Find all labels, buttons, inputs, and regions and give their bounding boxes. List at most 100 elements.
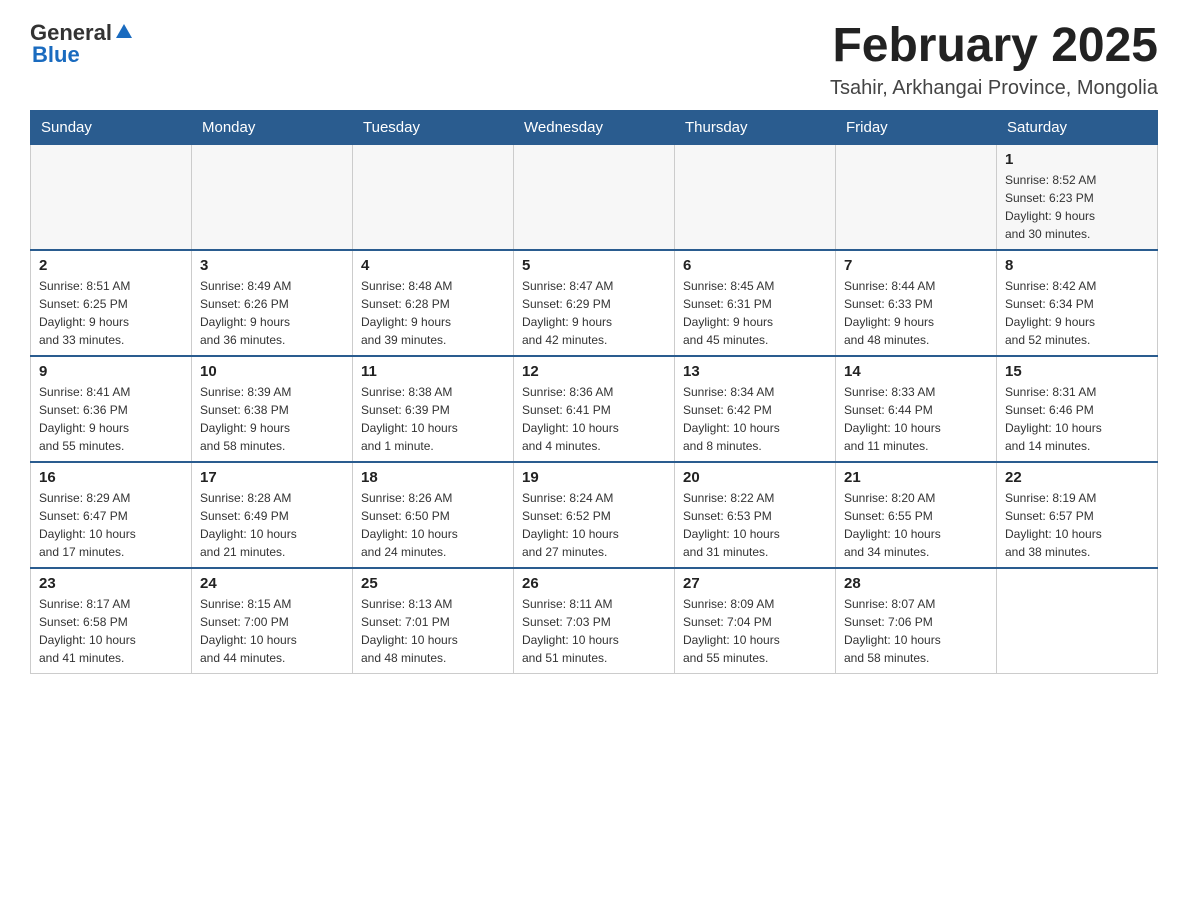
page-header: General Blue February 2025 Tsahir, Arkha… xyxy=(30,20,1158,100)
calendar-cell: 10 Sunrise: 8:39 AMSunset: 6:38 PMDayligh… xyxy=(192,356,353,462)
calendar-cell: 5Sunrise: 8:47 AMSunset: 6:29 PMDaylight… xyxy=(514,250,675,356)
day-number: 22 xyxy=(1005,469,1149,486)
day-info: Sunrise: 8:13 AMSunset: 7:01 PMDaylight:… xyxy=(361,595,505,667)
subtitle: Tsahir, Arkhangai Province, Mongolia xyxy=(830,77,1158,100)
day-number: 23 xyxy=(39,575,183,592)
day-info: Sunrise: 8:11 AMSunset: 7:03 PMDaylight:… xyxy=(522,595,666,667)
day-number: 6 xyxy=(683,257,827,274)
calendar-cell: 3Sunrise: 8:49 AMSunset: 6:26 PMDaylight… xyxy=(192,250,353,356)
calendar-cell: 21 Sunrise: 8:20 AMSunset: 6:55 PMDayligh… xyxy=(836,462,997,568)
title-section: February 2025 Tsahir, Arkhangai Province… xyxy=(830,20,1158,100)
day-number: 28 xyxy=(844,575,988,592)
calendar-cell: 26 Sunrise: 8:11 AMSunset: 7:03 PMDayligh… xyxy=(514,568,675,674)
day-info: Sunrise: 8:42 AMSunset: 6:34 PMDaylight:… xyxy=(1005,277,1149,349)
day-info: Sunrise: 8:17 AMSunset: 6:58 PMDaylight:… xyxy=(39,595,183,667)
calendar-cell xyxy=(997,568,1158,674)
calendar-cell: 14Sunrise: 8:33 AMSunset: 6:44 PMDayligh… xyxy=(836,356,997,462)
day-number: 13 xyxy=(683,363,827,380)
day-info: Sunrise: 8:45 AMSunset: 6:31 PMDaylight:… xyxy=(683,277,827,349)
day-info: Sunrise: 8:24 AMSunset: 6:52 PMDaylight:… xyxy=(522,489,666,561)
day-info: Sunrise: 8:52 AMSunset: 6:23 PMDaylight:… xyxy=(1005,171,1149,243)
calendar-cell: 16 Sunrise: 8:29 AMSunset: 6:47 PMDayligh… xyxy=(31,462,192,568)
calendar: SundayMondayTuesdayWednesdayThursdayFrid… xyxy=(30,110,1158,674)
day-info: Sunrise: 8:39 AMSunset: 6:38 PMDaylight:… xyxy=(200,383,344,455)
calendar-cell: 7 Sunrise: 8:44 AMSunset: 6:33 PMDaylight… xyxy=(836,250,997,356)
day-number: 4 xyxy=(361,257,505,274)
calendar-cell: 22 Sunrise: 8:19 AMSunset: 6:57 PMDayligh… xyxy=(997,462,1158,568)
day-info: Sunrise: 8:34 AMSunset: 6:42 PMDaylight:… xyxy=(683,383,827,455)
day-info: Sunrise: 8:33 AMSunset: 6:44 PMDaylight:… xyxy=(844,383,988,455)
day-number: 24 xyxy=(200,575,344,592)
day-info: Sunrise: 8:38 AMSunset: 6:39 PMDaylight:… xyxy=(361,383,505,455)
day-info: Sunrise: 8:20 AMSunset: 6:55 PMDaylight:… xyxy=(844,489,988,561)
calendar-cell: 15 Sunrise: 8:31 AMSunset: 6:46 PMDayligh… xyxy=(997,356,1158,462)
calendar-cell xyxy=(31,144,192,250)
logo-blue: Blue xyxy=(32,42,80,68)
day-number: 8 xyxy=(1005,257,1149,274)
day-info: Sunrise: 8:44 AMSunset: 6:33 PMDaylight:… xyxy=(844,277,988,349)
calendar-header-row: SundayMondayTuesdayWednesdayThursdayFrid… xyxy=(31,110,1158,144)
calendar-cell: 12Sunrise: 8:36 AMSunset: 6:41 PMDayligh… xyxy=(514,356,675,462)
day-info: Sunrise: 8:07 AMSunset: 7:06 PMDaylight:… xyxy=(844,595,988,667)
calendar-cell xyxy=(675,144,836,250)
day-number: 25 xyxy=(361,575,505,592)
day-info: Sunrise: 8:09 AMSunset: 7:04 PMDaylight:… xyxy=(683,595,827,667)
calendar-week-row: 23 Sunrise: 8:17 AMSunset: 6:58 PMDayligh… xyxy=(31,568,1158,674)
day-number: 21 xyxy=(844,469,988,486)
day-number: 3 xyxy=(200,257,344,274)
calendar-week-row: 1 Sunrise: 8:52 AMSunset: 6:23 PMDaylight… xyxy=(31,144,1158,250)
calendar-cell: 27 Sunrise: 8:09 AMSunset: 7:04 PMDayligh… xyxy=(675,568,836,674)
day-number: 16 xyxy=(39,469,183,486)
day-info: Sunrise: 8:48 AMSunset: 6:28 PMDaylight:… xyxy=(361,277,505,349)
day-number: 27 xyxy=(683,575,827,592)
day-number: 5 xyxy=(522,257,666,274)
col-header-saturday: Saturday xyxy=(997,110,1158,144)
day-number: 1 xyxy=(1005,151,1149,168)
day-number: 17 xyxy=(200,469,344,486)
day-info: Sunrise: 8:31 AMSunset: 6:46 PMDaylight:… xyxy=(1005,383,1149,455)
calendar-cell: 13 Sunrise: 8:34 AMSunset: 6:42 PMDayligh… xyxy=(675,356,836,462)
day-number: 9 xyxy=(39,363,183,380)
day-info: Sunrise: 8:36 AMSunset: 6:41 PMDaylight:… xyxy=(522,383,666,455)
calendar-cell: 17 Sunrise: 8:28 AMSunset: 6:49 PMDayligh… xyxy=(192,462,353,568)
calendar-week-row: 16 Sunrise: 8:29 AMSunset: 6:47 PMDayligh… xyxy=(31,462,1158,568)
calendar-cell: 18Sunrise: 8:26 AMSunset: 6:50 PMDayligh… xyxy=(353,462,514,568)
col-header-friday: Friday xyxy=(836,110,997,144)
day-info: Sunrise: 8:15 AMSunset: 7:00 PMDaylight:… xyxy=(200,595,344,667)
day-number: 26 xyxy=(522,575,666,592)
calendar-cell: 19 Sunrise: 8:24 AMSunset: 6:52 PMDayligh… xyxy=(514,462,675,568)
col-header-wednesday: Wednesday xyxy=(514,110,675,144)
day-info: Sunrise: 8:28 AMSunset: 6:49 PMDaylight:… xyxy=(200,489,344,561)
day-number: 15 xyxy=(1005,363,1149,380)
calendar-cell: 28 Sunrise: 8:07 AMSunset: 7:06 PMDayligh… xyxy=(836,568,997,674)
day-number: 2 xyxy=(39,257,183,274)
day-number: 19 xyxy=(522,469,666,486)
calendar-week-row: 9Sunrise: 8:41 AMSunset: 6:36 PMDaylight… xyxy=(31,356,1158,462)
calendar-cell: 25 Sunrise: 8:13 AMSunset: 7:01 PMDayligh… xyxy=(353,568,514,674)
logo[interactable]: General Blue xyxy=(30,20,134,68)
calendar-cell: 11 Sunrise: 8:38 AMSunset: 6:39 PMDayligh… xyxy=(353,356,514,462)
calendar-cell xyxy=(192,144,353,250)
col-header-sunday: Sunday xyxy=(31,110,192,144)
calendar-cell: 8 Sunrise: 8:42 AMSunset: 6:34 PMDaylight… xyxy=(997,250,1158,356)
day-info: Sunrise: 8:19 AMSunset: 6:57 PMDaylight:… xyxy=(1005,489,1149,561)
calendar-cell: 6 Sunrise: 8:45 AMSunset: 6:31 PMDaylight… xyxy=(675,250,836,356)
calendar-week-row: 2 Sunrise: 8:51 AMSunset: 6:25 PMDaylight… xyxy=(31,250,1158,356)
day-info: Sunrise: 8:51 AMSunset: 6:25 PMDaylight:… xyxy=(39,277,183,349)
calendar-cell: 1 Sunrise: 8:52 AMSunset: 6:23 PMDaylight… xyxy=(997,144,1158,250)
col-header-monday: Monday xyxy=(192,110,353,144)
calendar-cell xyxy=(353,144,514,250)
calendar-cell: 24 Sunrise: 8:15 AMSunset: 7:00 PMDayligh… xyxy=(192,568,353,674)
logo-arrow-icon xyxy=(114,22,134,42)
day-number: 11 xyxy=(361,363,505,380)
day-info: Sunrise: 8:26 AMSunset: 6:50 PMDaylight:… xyxy=(361,489,505,561)
day-info: Sunrise: 8:22 AMSunset: 6:53 PMDaylight:… xyxy=(683,489,827,561)
day-info: Sunrise: 8:29 AMSunset: 6:47 PMDaylight:… xyxy=(39,489,183,561)
calendar-cell xyxy=(514,144,675,250)
col-header-tuesday: Tuesday xyxy=(353,110,514,144)
page-title: February 2025 xyxy=(830,20,1158,73)
day-number: 10 xyxy=(200,363,344,380)
day-number: 20 xyxy=(683,469,827,486)
day-number: 7 xyxy=(844,257,988,274)
col-header-thursday: Thursday xyxy=(675,110,836,144)
